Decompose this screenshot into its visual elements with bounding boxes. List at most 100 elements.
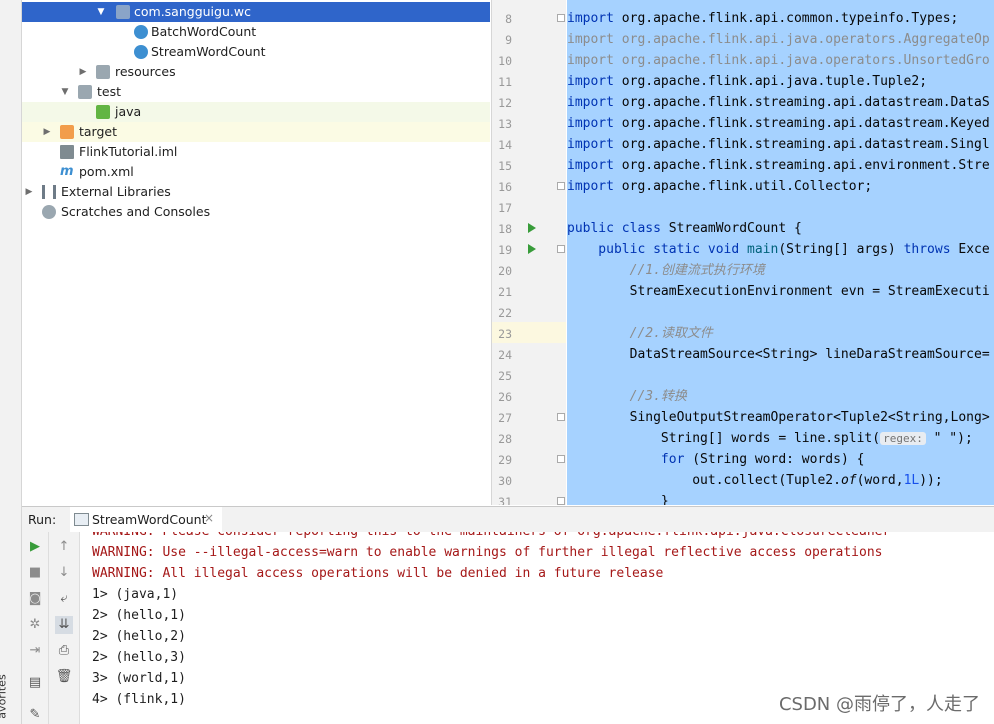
param-hint: regex: (880, 432, 926, 445)
line-number: 22 (498, 306, 512, 320)
excluded-folder-icon (60, 125, 74, 139)
console-line-warning: WARNING: All illegal access operations w… (92, 566, 664, 581)
test-folder-icon (96, 105, 110, 119)
tree-item-java[interactable]: java (22, 102, 490, 122)
code-line: SingleOutputStreamOperator<Tuple2<String… (567, 410, 990, 425)
code-line: import org.apache.flink.api.java.operato… (567, 32, 990, 47)
chevron-right-icon[interactable]: ▶ (42, 122, 52, 142)
line-number: 9 (505, 33, 512, 47)
tree-item-test[interactable]: ▼ test (22, 82, 490, 102)
tree-item-label: FlinkTutorial.iml (79, 144, 178, 159)
folder-icon (78, 85, 92, 99)
camera-icon[interactable]: ◙ (26, 590, 44, 608)
tree-item-pom[interactable]: m pom.xml (22, 162, 490, 182)
settings-icon[interactable]: ✲ (26, 616, 44, 634)
pin-icon[interactable]: ✎ (26, 706, 44, 724)
libraries-icon (42, 185, 56, 199)
code-area[interactable]: import org.apache.flink.api.common.typei… (567, 0, 994, 505)
chevron-right-icon[interactable]: ▶ (24, 182, 34, 202)
tree-item-resources[interactable]: ▶ resources (22, 62, 490, 82)
fold-marker-icon[interactable] (557, 182, 565, 190)
tree-item-target[interactable]: ▶ target (22, 122, 490, 142)
run-label: Run: (28, 512, 57, 527)
console-line-warning: WARNING: Please consider reporting this … (92, 532, 890, 542)
tree-item-external-libraries[interactable]: ▶ External Libraries (22, 182, 490, 202)
run-tab-streamwordcount[interactable]: StreamWordCount × (70, 507, 222, 534)
print-icon[interactable]: ⎙ (55, 642, 73, 660)
chevron-down-icon[interactable]: ▼ (60, 82, 70, 102)
line-number: 26 (498, 390, 512, 404)
line-number: 24 (498, 348, 512, 362)
fold-marker-icon[interactable] (557, 455, 565, 463)
fold-marker-icon[interactable] (557, 14, 565, 22)
code-line: import org.apache.flink.api.java.tuple.T… (567, 74, 928, 89)
stop-icon[interactable]: ■ (26, 564, 44, 582)
up-arrow-icon[interactable]: ↑ (55, 538, 73, 556)
code-comment: //3.转换 (567, 389, 687, 404)
code-line: import org.apache.flink.streaming.api.da… (567, 116, 990, 131)
line-number: 16 (498, 180, 512, 194)
tree-item-label: test (97, 84, 122, 99)
chevron-right-icon[interactable]: ▶ (78, 62, 88, 82)
tree-item-package[interactable]: ▼ com.sangguigu.wc (22, 2, 490, 22)
line-number: 21 (498, 285, 512, 299)
tree-item-streamwordcount[interactable]: StreamWordCount (22, 42, 490, 62)
run-panel-header: Run: StreamWordCount × (22, 506, 994, 534)
line-number: 15 (498, 159, 512, 173)
line-number: 30 (498, 474, 512, 488)
line-number: 23 (498, 327, 512, 341)
code-comment: //2.读取文件 (567, 326, 713, 341)
rerun-icon[interactable]: ▶ (26, 538, 44, 556)
editor-gutter: 8 9 10 11 12 13 14 15 16 17 18 19 20 21 … (492, 0, 585, 505)
tree-item-scratches[interactable]: Scratches and Consoles (22, 202, 490, 222)
code-line: public class StreamWordCount { (567, 221, 802, 236)
line-number: 28 (498, 432, 512, 446)
line-number: 14 (498, 138, 512, 152)
code-line: StreamExecutionEnvironment evn = StreamE… (567, 284, 990, 299)
tree-item-label: pom.xml (79, 164, 134, 179)
scroll-to-end-icon[interactable]: ⇊ (55, 616, 73, 634)
fold-marker-icon[interactable] (557, 413, 565, 421)
console-line: 2> (hello,3) (92, 650, 186, 665)
code-line: } (567, 494, 669, 505)
iml-file-icon (60, 145, 74, 159)
console-line: 2> (hello,2) (92, 629, 186, 644)
trash-icon[interactable]: 🗑 (55, 668, 73, 686)
console-line: 2> (hello,1) (92, 608, 186, 623)
tree-item-batchwordcount[interactable]: BatchWordCount (22, 22, 490, 42)
tree-item-label: BatchWordCount (151, 24, 257, 39)
layout-icon[interactable]: ▤ (26, 674, 44, 692)
package-folder-icon (116, 5, 130, 19)
tree-item-label: resources (115, 64, 176, 79)
line-number: 29 (498, 453, 512, 467)
code-line: import org.apache.flink.api.common.typei… (567, 11, 959, 26)
soft-wrap-icon[interactable]: ⤶ (55, 590, 73, 608)
maven-file-icon: m (60, 164, 74, 179)
exit-icon[interactable]: ⇥ (26, 642, 44, 660)
tree-item-label: java (115, 104, 142, 119)
favorites-tab[interactable]: avorites (0, 674, 9, 718)
project-tree: ▼ com.sangguigu.wc BatchWordCount Stream… (22, 0, 490, 505)
run-toolbar-secondary: ↑ ↓ ⤶ ⇊ ⎙ 🗑 (49, 532, 80, 724)
fold-marker-icon[interactable] (557, 497, 565, 505)
code-editor[interactable]: 8 9 10 11 12 13 14 15 16 17 18 19 20 21 … (491, 0, 994, 505)
tree-item-label: com.sangguigu.wc (134, 4, 251, 19)
line-number: 27 (498, 411, 512, 425)
code-line: out.collect(Tuple2.of(word,1L)); (567, 473, 943, 488)
run-main-icon[interactable] (528, 244, 536, 254)
left-tool-strip: avorites (0, 0, 22, 724)
chevron-down-icon[interactable]: ▼ (96, 2, 106, 22)
run-class-icon[interactable] (528, 223, 536, 233)
line-number: 13 (498, 117, 512, 131)
line-number: 11 (498, 75, 512, 89)
code-line: import org.apache.flink.streaming.api.da… (567, 95, 990, 110)
tree-item-label: External Libraries (61, 184, 171, 199)
code-line: DataStreamSource<String> lineDaraStreamS… (567, 347, 990, 362)
java-class-icon (134, 25, 148, 39)
line-number: 8 (505, 12, 512, 26)
fold-marker-icon[interactable] (557, 245, 565, 253)
close-icon[interactable]: × (204, 511, 214, 525)
line-number: 18 (498, 222, 512, 236)
down-arrow-icon[interactable]: ↓ (55, 564, 73, 582)
tree-item-iml[interactable]: FlinkTutorial.iml (22, 142, 490, 162)
